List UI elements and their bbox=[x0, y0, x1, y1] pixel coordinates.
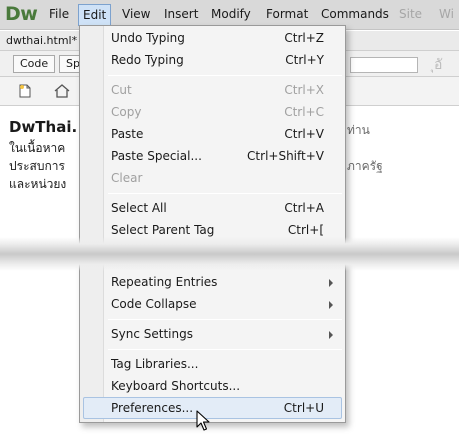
menu-item-label: Repeating Entries bbox=[111, 275, 218, 289]
menu-separator bbox=[108, 193, 342, 194]
menu-separator bbox=[108, 349, 342, 350]
menu-commands[interactable]: Commands bbox=[321, 7, 389, 21]
home-icon[interactable] bbox=[51, 81, 73, 101]
menu-format[interactable]: Format bbox=[266, 7, 308, 21]
menu-item-redo-typing[interactable]: Redo Typing Ctrl+Y bbox=[83, 49, 342, 71]
menu-item-shortcut: Ctrl+X bbox=[284, 83, 324, 97]
document-tab[interactable]: dwthai.html* bbox=[6, 34, 77, 47]
menu-item-label: Code Collapse bbox=[111, 297, 197, 311]
menu-item-label: Preferences... bbox=[111, 401, 194, 415]
menu-item-shortcut: Ctrl+[ bbox=[287, 223, 324, 237]
menu-item-sync-settings[interactable]: Sync Settings bbox=[83, 323, 342, 345]
menu-item-label: Undo Typing bbox=[111, 31, 185, 45]
menu-item-shortcut: Ctrl+A bbox=[284, 201, 324, 215]
document-line: ในเนื้อหาค bbox=[9, 141, 66, 155]
menu-item-label: Sync Settings bbox=[111, 327, 193, 341]
menu-item-label: Keyboard Shortcuts... bbox=[111, 379, 241, 393]
code-view-button[interactable]: Code bbox=[13, 55, 56, 73]
menu-item-label: Copy bbox=[111, 105, 142, 119]
menu-item-label: Paste Special... bbox=[111, 149, 202, 163]
menu-view[interactable]: View bbox=[122, 7, 150, 21]
crop-tear-band bbox=[0, 237, 459, 271]
menu-item-label: Clear bbox=[111, 171, 143, 185]
menu-separator bbox=[108, 75, 342, 76]
edit-menu-dropdown: Undo Typing Ctrl+Z Redo Typing Ctrl+Y Cu… bbox=[79, 25, 346, 423]
menu-window[interactable]: Wi bbox=[439, 7, 454, 21]
menu-item-shortcut: Ctrl+V bbox=[284, 127, 324, 141]
menu-item-shortcut: Ctrl+U bbox=[283, 401, 324, 415]
menu-item-tag-libraries[interactable]: Tag Libraries... bbox=[83, 353, 342, 375]
new-document-icon[interactable] bbox=[14, 81, 36, 101]
menu-item-paste[interactable]: Paste Ctrl+V bbox=[83, 123, 342, 145]
menu-item-undo-typing[interactable]: Undo Typing Ctrl+Z bbox=[83, 27, 342, 49]
title-label-glyph: ุอั bbox=[434, 57, 443, 73]
menu-site[interactable]: Site bbox=[399, 7, 422, 21]
menu-item-label: Redo Typing bbox=[111, 53, 184, 67]
menu-item-label: Paste bbox=[111, 127, 144, 141]
menu-item-select-all[interactable]: Select All Ctrl+A bbox=[83, 197, 342, 219]
dreamweaver-logo: Dw bbox=[5, 3, 38, 25]
menu-item-shortcut: Ctrl+C bbox=[284, 105, 324, 119]
title-input[interactable] bbox=[350, 57, 418, 73]
menu-item-paste-special[interactable]: Paste Special... Ctrl+Shift+V bbox=[83, 145, 342, 167]
menu-separator bbox=[108, 319, 342, 320]
menu-item-label: Tag Libraries... bbox=[111, 357, 199, 371]
menu-item-shortcut: Ctrl+Shift+V bbox=[247, 149, 324, 163]
document-line: และหน่วยง bbox=[9, 177, 67, 191]
menu-item-shortcut: Ctrl+Z bbox=[284, 31, 324, 45]
arrow-cursor-icon bbox=[196, 410, 210, 431]
menu-item-label: Cut bbox=[111, 83, 132, 97]
menu-modify[interactable]: Modify bbox=[211, 7, 251, 21]
document-line: ประสบการ bbox=[9, 159, 65, 173]
document-heading: DwThai. bbox=[9, 118, 78, 136]
menu-item-clear[interactable]: Clear bbox=[83, 167, 342, 189]
menu-item-repeating-entries[interactable]: Repeating Entries bbox=[83, 271, 342, 293]
menu-item-label: Select Parent Tag bbox=[111, 223, 215, 237]
document-line-fragment: ภาครัฐ bbox=[347, 159, 383, 173]
menu-insert[interactable]: Insert bbox=[164, 7, 198, 21]
document-line-fragment: ท่าน bbox=[347, 123, 370, 137]
menu-item-keyboard-shortcuts[interactable]: Keyboard Shortcuts... bbox=[83, 375, 342, 397]
menu-item-shortcut: Ctrl+Y bbox=[285, 53, 324, 67]
menu-item-code-collapse[interactable]: Code Collapse bbox=[83, 293, 342, 315]
menu-item-copy[interactable]: Copy Ctrl+C bbox=[83, 101, 342, 123]
menu-edit[interactable]: Edit bbox=[78, 4, 112, 26]
menu-item-label: Select All bbox=[111, 201, 167, 215]
menu-item-cut[interactable]: Cut Ctrl+X bbox=[83, 79, 342, 101]
submenu-arrow-icon bbox=[329, 279, 333, 287]
menu-item-preferences[interactable]: Preferences... Ctrl+U bbox=[83, 397, 342, 419]
submenu-arrow-icon bbox=[329, 331, 333, 339]
menu-file[interactable]: File bbox=[49, 7, 69, 21]
submenu-arrow-icon bbox=[329, 301, 333, 309]
